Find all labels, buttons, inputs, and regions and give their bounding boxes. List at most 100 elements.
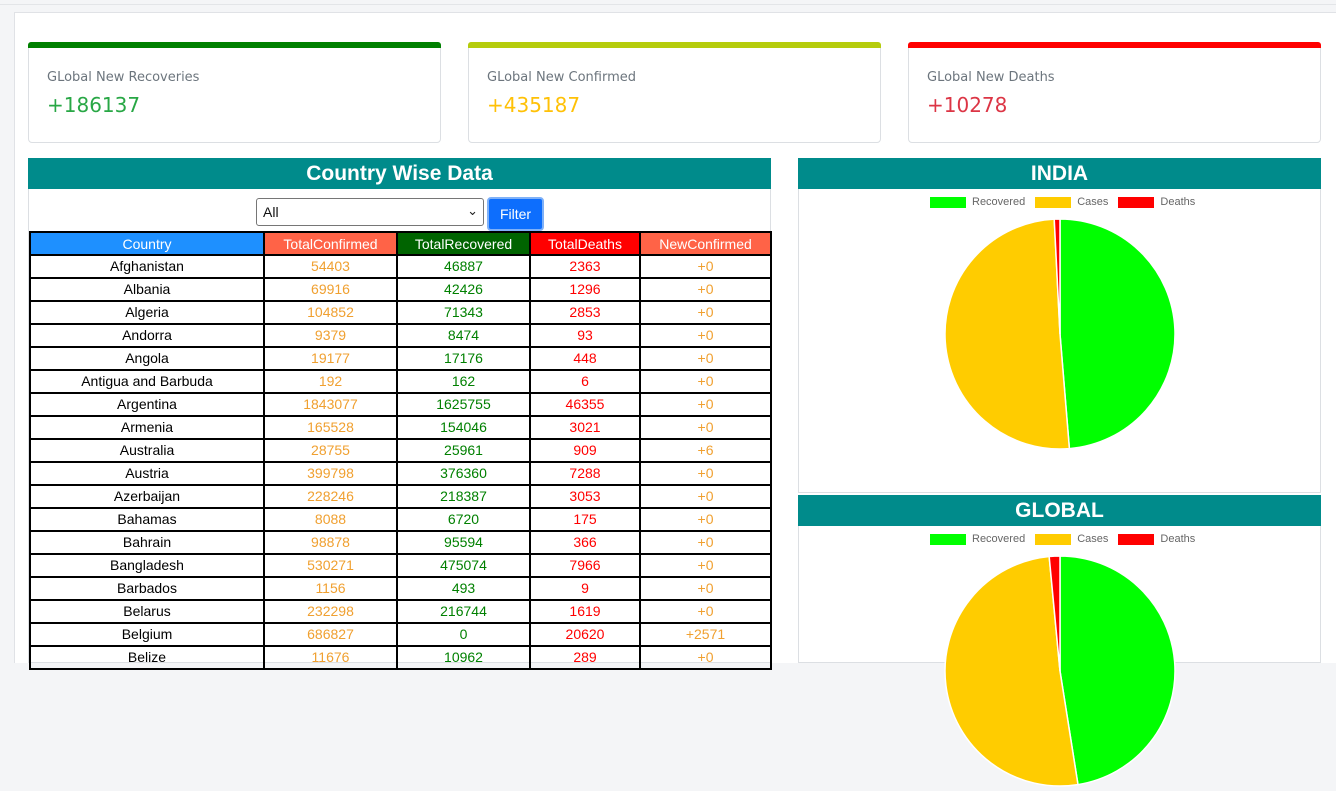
- new-confirmed-cell: +0: [639, 599, 772, 624]
- table-row: Andorra 9379 8474 93 +0: [29, 323, 772, 348]
- card-value: +186137: [47, 93, 141, 117]
- total-recovered-cell: 10962: [396, 645, 531, 670]
- total-confirmed-cell: 11676: [263, 645, 398, 670]
- country-cell: Afghanistan: [29, 254, 265, 279]
- total-recovered-cell: 6720: [396, 507, 531, 532]
- new-confirmed-cell: +2571: [639, 622, 772, 647]
- total-confirmed-cell: 399798: [263, 461, 398, 486]
- card-accent-bar: [28, 42, 441, 48]
- country-select[interactable]: All ⌄: [256, 198, 484, 226]
- table-row: Belgium 686827 0 20620 +2571: [29, 622, 772, 647]
- country-cell: Argentina: [29, 392, 265, 417]
- table-body: Afghanistan 54403 46887 2363 +0 Albania 69916 4…: [29, 254, 772, 670]
- country-select-value: All: [263, 204, 279, 220]
- total-deaths-cell: 9: [529, 576, 641, 601]
- new-confirmed-cell: +0: [639, 576, 772, 601]
- new-confirmed-cell: +0: [639, 507, 772, 532]
- total-confirmed-cell: 165528: [263, 415, 398, 440]
- legend-label[interactable]: Deaths: [1160, 196, 1195, 208]
- cases-slice[interactable]: [944, 218, 1071, 450]
- country-cell: Belgium: [29, 622, 265, 647]
- total-confirmed-cell: 54403: [263, 254, 398, 279]
- legend-swatch: [1118, 533, 1155, 545]
- card-new-deaths: GLobal New Deaths +10278: [908, 42, 1321, 143]
- legend-swatch: [930, 196, 966, 208]
- total-deaths-cell: 2853: [529, 300, 641, 325]
- table-row: Albania 69916 42426 1296 +0: [29, 277, 772, 302]
- recovered-slice[interactable]: [1059, 555, 1176, 786]
- table-row: Belarus 232298 216744 1619 +0: [29, 599, 772, 624]
- legend-label[interactable]: Cases: [1077, 533, 1108, 545]
- total-recovered-cell: 218387: [396, 484, 531, 509]
- table-row: Armenia 165528 154046 3021 +0: [29, 415, 772, 440]
- total-deaths-cell: 909: [529, 438, 641, 463]
- table-row: Antigua and Barbuda 192 162 6 +0: [29, 369, 772, 394]
- country-table: Country TotalConfirmed TotalRecovered Total…: [29, 231, 772, 670]
- country-cell: Antigua and Barbuda: [29, 369, 265, 394]
- total-deaths-cell: 2363: [529, 254, 641, 279]
- total-confirmed-cell: 1843077: [263, 392, 398, 417]
- india-legend: Recovered Cases Deaths: [930, 196, 1205, 208]
- country-cell: Bahrain: [29, 530, 265, 555]
- total-recovered-cell: 475074: [396, 553, 531, 578]
- total-confirmed-cell: 8088: [263, 507, 398, 532]
- new-confirmed-cell: +0: [639, 415, 772, 440]
- new-confirmed-cell: +0: [639, 323, 772, 348]
- india-pie-chart: [944, 218, 1176, 450]
- total-deaths-cell: 448: [529, 346, 641, 371]
- legend-swatch: [1118, 196, 1155, 208]
- total-deaths-cell: 3021: [529, 415, 641, 440]
- country-cell: Austria: [29, 461, 265, 486]
- card-accent-bar: [908, 42, 1321, 48]
- new-confirmed-cell: +0: [639, 346, 772, 371]
- recovered-slice[interactable]: [1059, 218, 1176, 450]
- country-cell: Bahamas: [29, 507, 265, 532]
- global-pie-chart: [944, 555, 1176, 787]
- table-row: Algeria 104852 71343 2853 +0: [29, 300, 772, 325]
- country-cell: Azerbaijan: [29, 484, 265, 509]
- total-deaths-cell: 366: [529, 530, 641, 555]
- country-section-title: Country Wise Data: [28, 158, 771, 189]
- new-confirmed-cell: +0: [639, 484, 772, 509]
- total-recovered-cell: 42426: [396, 277, 531, 302]
- table-row: Austria 399798 376360 7288 +0: [29, 461, 772, 486]
- card-value: +435187: [487, 93, 581, 117]
- card-value: +10278: [927, 93, 1008, 117]
- column-header: TotalRecovered: [396, 231, 531, 256]
- country-cell: Armenia: [29, 415, 265, 440]
- legend-label[interactable]: Recovered: [972, 533, 1025, 545]
- legend-label[interactable]: Recovered: [972, 196, 1025, 208]
- total-recovered-cell: 162: [396, 369, 531, 394]
- total-recovered-cell: 8474: [396, 323, 531, 348]
- table-row: Argentina 1843077 1625755 46355 +0: [29, 392, 772, 417]
- table-row: Angola 19177 17176 448 +0: [29, 346, 772, 371]
- column-header: Country: [29, 231, 265, 256]
- global-chart-title: GLOBAL: [798, 495, 1321, 526]
- legend-label[interactable]: Deaths: [1160, 533, 1195, 545]
- total-confirmed-cell: 69916: [263, 277, 398, 302]
- card-label: GLobal New Recoveries: [47, 70, 200, 85]
- table-row: Bangladesh 530271 475074 7966 +0: [29, 553, 772, 578]
- country-cell: Barbados: [29, 576, 265, 601]
- total-recovered-cell: 71343: [396, 300, 531, 325]
- new-confirmed-cell: +0: [639, 300, 772, 325]
- legend-label[interactable]: Cases: [1077, 196, 1108, 208]
- table-row: Bahrain 98878 95594 366 +0: [29, 530, 772, 555]
- total-confirmed-cell: 19177: [263, 346, 398, 371]
- total-recovered-cell: 376360: [396, 461, 531, 486]
- total-deaths-cell: 1296: [529, 277, 641, 302]
- table-row: Australia 28755 25961 909 +6: [29, 438, 772, 463]
- global-legend: Recovered Cases Deaths: [930, 533, 1205, 545]
- table-row: Afghanistan 54403 46887 2363 +0: [29, 254, 772, 279]
- total-confirmed-cell: 104852: [263, 300, 398, 325]
- filter-button[interactable]: Filter: [487, 197, 544, 231]
- card-new-recoveries: GLobal New Recoveries +186137: [28, 42, 441, 143]
- new-confirmed-cell: +0: [639, 530, 772, 555]
- total-deaths-cell: 20620: [529, 622, 641, 647]
- india-chart-title: INDIA: [798, 158, 1321, 189]
- table-row: Bahamas 8088 6720 175 +0: [29, 507, 772, 532]
- total-recovered-cell: 1625755: [396, 392, 531, 417]
- total-deaths-cell: 3053: [529, 484, 641, 509]
- top-border: [0, 0, 1336, 5]
- total-confirmed-cell: 192: [263, 369, 398, 394]
